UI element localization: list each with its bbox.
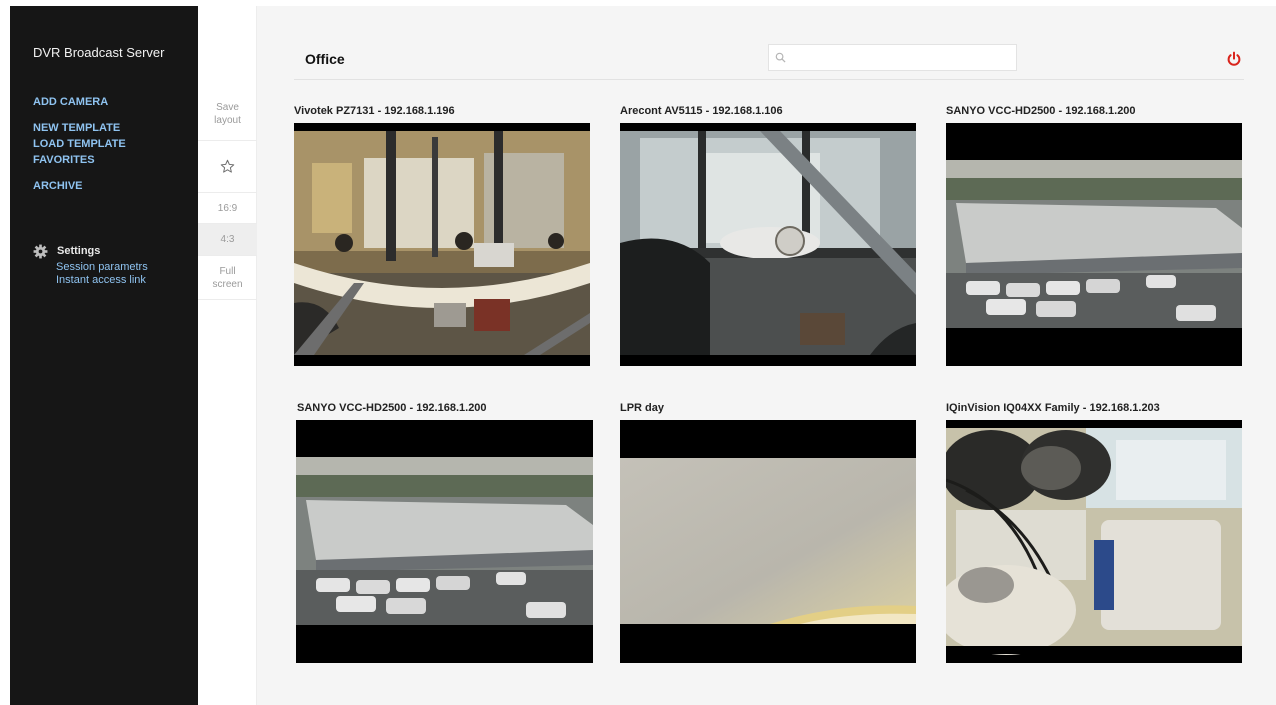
camera-label: LPR day: [620, 402, 665, 414]
camera-view[interactable]: [946, 420, 1242, 663]
camera-view[interactable]: [294, 123, 590, 366]
main-area: Office Vivotek PZ7131 - 192.168.1.196 Ar…: [257, 6, 1276, 705]
search-input[interactable]: [790, 51, 1010, 64]
load-template-link[interactable]: LOAD TEMPLATE: [33, 138, 126, 150]
add-camera-link[interactable]: ADD CAMERA: [33, 96, 108, 108]
search-icon: [775, 52, 786, 63]
archive-link[interactable]: ARCHIVE: [33, 180, 83, 192]
sidebar: DVR Broadcast Server ADD CAMERA NEW TEMP…: [10, 6, 198, 705]
new-template-link[interactable]: NEW TEMPLATE: [33, 122, 120, 134]
camera-view[interactable]: [620, 123, 916, 366]
favorites-link[interactable]: FAVORITES: [33, 154, 95, 166]
camera-label: Arecont AV5115 - 192.168.1.106: [620, 105, 783, 117]
page-title: Office: [305, 51, 345, 67]
save-layout-label-2: layout: [214, 114, 241, 126]
header-divider: [294, 79, 1244, 80]
camera-label: Vivotek PZ7131 - 192.168.1.196: [294, 105, 455, 117]
camera-view[interactable]: [296, 420, 593, 663]
camera-label: SANYO VCC-HD2500 - 192.168.1.200: [946, 105, 1136, 117]
star-icon: [220, 159, 235, 173]
session-parameters-link[interactable]: Session parametrs: [56, 261, 148, 273]
fullscreen-label-2: screen: [212, 278, 243, 290]
save-layout-button[interactable]: Save layout: [198, 87, 257, 141]
camera-view[interactable]: [620, 420, 916, 663]
app-frame: DVR Broadcast Server ADD CAMERA NEW TEMP…: [10, 6, 1276, 705]
layout-toolbar: Save layout 16:9 4:3 Full screen: [198, 6, 257, 705]
instant-access-link[interactable]: Instant access link: [56, 274, 146, 286]
power-icon[interactable]: [1226, 51, 1242, 67]
camera-view[interactable]: [946, 123, 1242, 366]
save-layout-label-1: Save: [216, 101, 239, 113]
search-box[interactable]: [768, 44, 1017, 71]
brand-title: DVR Broadcast Server: [33, 45, 165, 60]
camera-label: IQinVision IQ04XX Family - 192.168.1.203: [946, 402, 1160, 414]
ratio-4-3-button[interactable]: 4:3: [198, 224, 257, 256]
settings-label: Settings: [57, 245, 101, 257]
camera-label: SANYO VCC-HD2500 - 192.168.1.200: [297, 402, 487, 414]
ratio-16-9-button[interactable]: 16:9: [198, 193, 257, 224]
fullscreen-button[interactable]: Full screen: [198, 256, 257, 300]
fullscreen-label-1: Full: [219, 265, 236, 277]
favorite-button[interactable]: [198, 141, 257, 193]
gear-icon: [33, 244, 48, 258]
settings-section[interactable]: Settings: [33, 242, 193, 260]
